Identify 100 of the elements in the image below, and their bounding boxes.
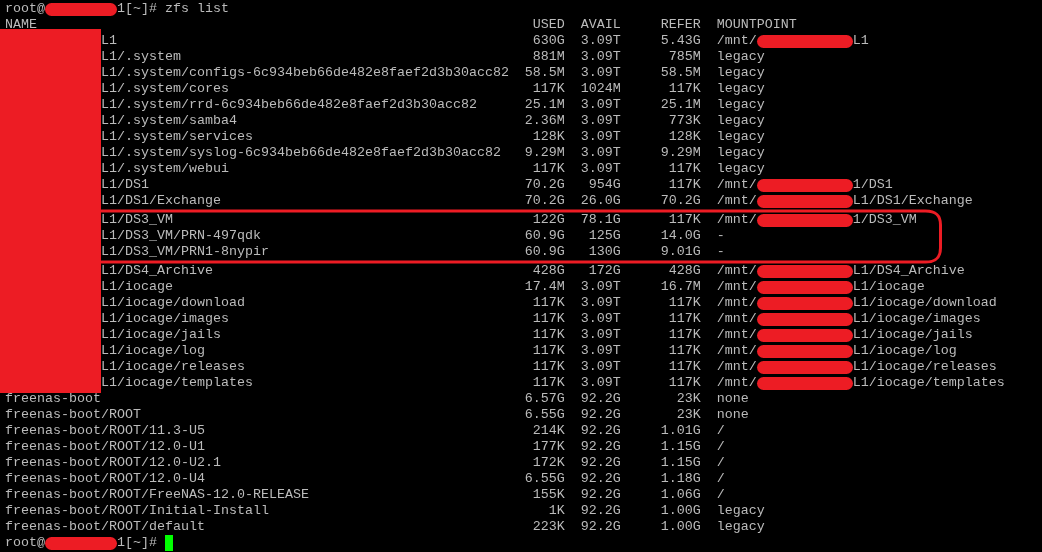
mountpoint-text: /mnt/: [716, 177, 757, 193]
mountpoint-text: legacy: [716, 65, 765, 81]
dataset-name: L1/DS3_VM: [100, 212, 173, 228]
avail-value: 3.09T: [580, 311, 621, 327]
used-value: 1K: [548, 503, 565, 519]
mountpoint-text: /mnt/: [716, 263, 757, 279]
avail-value: 125G: [588, 228, 621, 244]
dataset-name: freenas-boot/ROOT/default: [5, 519, 205, 535]
used-value: 881M: [532, 49, 565, 65]
used-value: 117K: [532, 81, 565, 97]
refer-value: 9.01G: [660, 244, 701, 260]
refer-value: 1.06G: [660, 487, 701, 503]
avail-value: 92.2G: [580, 423, 621, 439]
avail-value: 3.09T: [580, 113, 621, 129]
mountpoint-text: legacy: [716, 49, 765, 65]
mountpoint-text: L1/DS1/Exchange: [852, 193, 973, 209]
dataset-name: L1/iocage/releases: [100, 359, 245, 375]
avail-value: 130G: [588, 244, 621, 260]
refer-value: 1.01G: [660, 423, 701, 439]
used-value: 70.2G: [524, 193, 565, 209]
refer-value: 785M: [668, 49, 701, 65]
used-value: 117K: [532, 311, 565, 327]
mountpoint-text: L1/iocage/log: [852, 343, 957, 359]
mountpoint-text: /mnt/: [716, 193, 757, 209]
command-text: zfs list: [164, 1, 229, 17]
avail-value: 3.09T: [580, 49, 621, 65]
refer-value: 117K: [668, 212, 701, 228]
used-value: 6.57G: [524, 391, 565, 407]
used-value: 117K: [532, 327, 565, 343]
mountpoint-text: /: [716, 487, 725, 503]
used-value: 58.5M: [524, 65, 565, 81]
dataset-name: L1/iocage/images: [100, 311, 229, 327]
dataset-name: L1/.system/services: [100, 129, 253, 145]
mountpoint-text: /mnt/: [716, 295, 757, 311]
used-value: 70.2G: [524, 177, 565, 193]
used-value: 17.4M: [524, 279, 565, 295]
mountpoint-text: -: [716, 228, 725, 244]
column-header: AVAIL: [580, 17, 621, 33]
refer-value: 773K: [668, 113, 701, 129]
dataset-name: L1/iocage/templates: [100, 375, 253, 391]
used-value: 214K: [532, 423, 565, 439]
used-value: 9.29M: [524, 145, 565, 161]
mountpoint-text: legacy: [716, 503, 765, 519]
mountpoint-text: /mnt/: [716, 327, 757, 343]
dataset-name: L1/.system/samba4: [100, 113, 237, 129]
mountpoint-text: /mnt/: [716, 343, 757, 359]
mountpoint-text: L1/iocage: [852, 279, 925, 295]
avail-value: 3.09T: [580, 279, 621, 295]
dataset-name: freenas-boot/ROOT/12.0-U1: [5, 439, 205, 455]
mountpoint-text: /mnt/: [716, 33, 757, 49]
refer-value: 14.0G: [660, 228, 701, 244]
prompt-text: 1[~]#: [116, 1, 157, 17]
avail-value: 3.09T: [580, 375, 621, 391]
refer-value: 1.00G: [660, 503, 701, 519]
mountpoint-text: /mnt/: [716, 212, 757, 228]
dataset-name: L1/.system/syslog-6c934beb66de482e8faef2d3b30acc82: [100, 145, 501, 161]
avail-value: 3.09T: [580, 145, 621, 161]
mountpoint-text: /mnt/: [716, 279, 757, 295]
mountpoint-text: legacy: [716, 129, 765, 145]
avail-value: 92.2G: [580, 407, 621, 423]
mountpoint-text: legacy: [716, 161, 765, 177]
dataset-name: L1/.system/rrd-6c934beb66de482e8faef2d3b30acc82: [100, 97, 477, 113]
refer-value: 5.43G: [660, 33, 701, 49]
mountpoint-text: /: [716, 423, 725, 439]
avail-value: 92.2G: [580, 391, 621, 407]
dataset-name: L1/DS4_Archive: [100, 263, 213, 279]
mountpoint-text: -: [716, 244, 725, 260]
refer-value: 58.5M: [660, 65, 701, 81]
avail-value: 78.1G: [580, 212, 621, 228]
used-value: 6.55G: [524, 407, 565, 423]
used-value: 117K: [532, 161, 565, 177]
used-value: 155K: [532, 487, 565, 503]
avail-value: 3.09T: [580, 65, 621, 81]
avail-value: 3.09T: [580, 97, 621, 113]
mountpoint-text: L1/iocage/releases: [852, 359, 997, 375]
mountpoint-text: L1: [852, 33, 869, 49]
avail-value: 3.09T: [580, 33, 621, 49]
refer-value: 117K: [668, 161, 701, 177]
dataset-name: L1/.system/webui: [100, 161, 229, 177]
dataset-name: freenas-boot/ROOT/11.3-U5: [5, 423, 205, 439]
mountpoint-text: /: [716, 471, 725, 487]
avail-value: 92.2G: [580, 471, 621, 487]
avail-value: 26.0G: [580, 193, 621, 209]
mountpoint-text: /mnt/: [716, 311, 757, 327]
mountpoint-text: legacy: [716, 145, 765, 161]
refer-value: 117K: [668, 375, 701, 391]
refer-value: 117K: [668, 311, 701, 327]
mountpoint-text: L1/iocage/jails: [852, 327, 973, 343]
avail-value: 3.09T: [580, 161, 621, 177]
used-value: 2.36M: [524, 113, 565, 129]
avail-value: 954G: [588, 177, 621, 193]
avail-value: 92.2G: [580, 503, 621, 519]
column-header: NAME: [5, 17, 37, 33]
used-value: 25.1M: [524, 97, 565, 113]
prompt-text: root@: [5, 1, 45, 17]
dataset-name: L1/iocage/log: [100, 343, 205, 359]
mountpoint-text: none: [716, 407, 749, 423]
avail-value: 92.2G: [580, 519, 621, 535]
mountpoint-text: legacy: [716, 519, 765, 535]
mountpoint-text: 1/DS3_VM: [852, 212, 917, 228]
